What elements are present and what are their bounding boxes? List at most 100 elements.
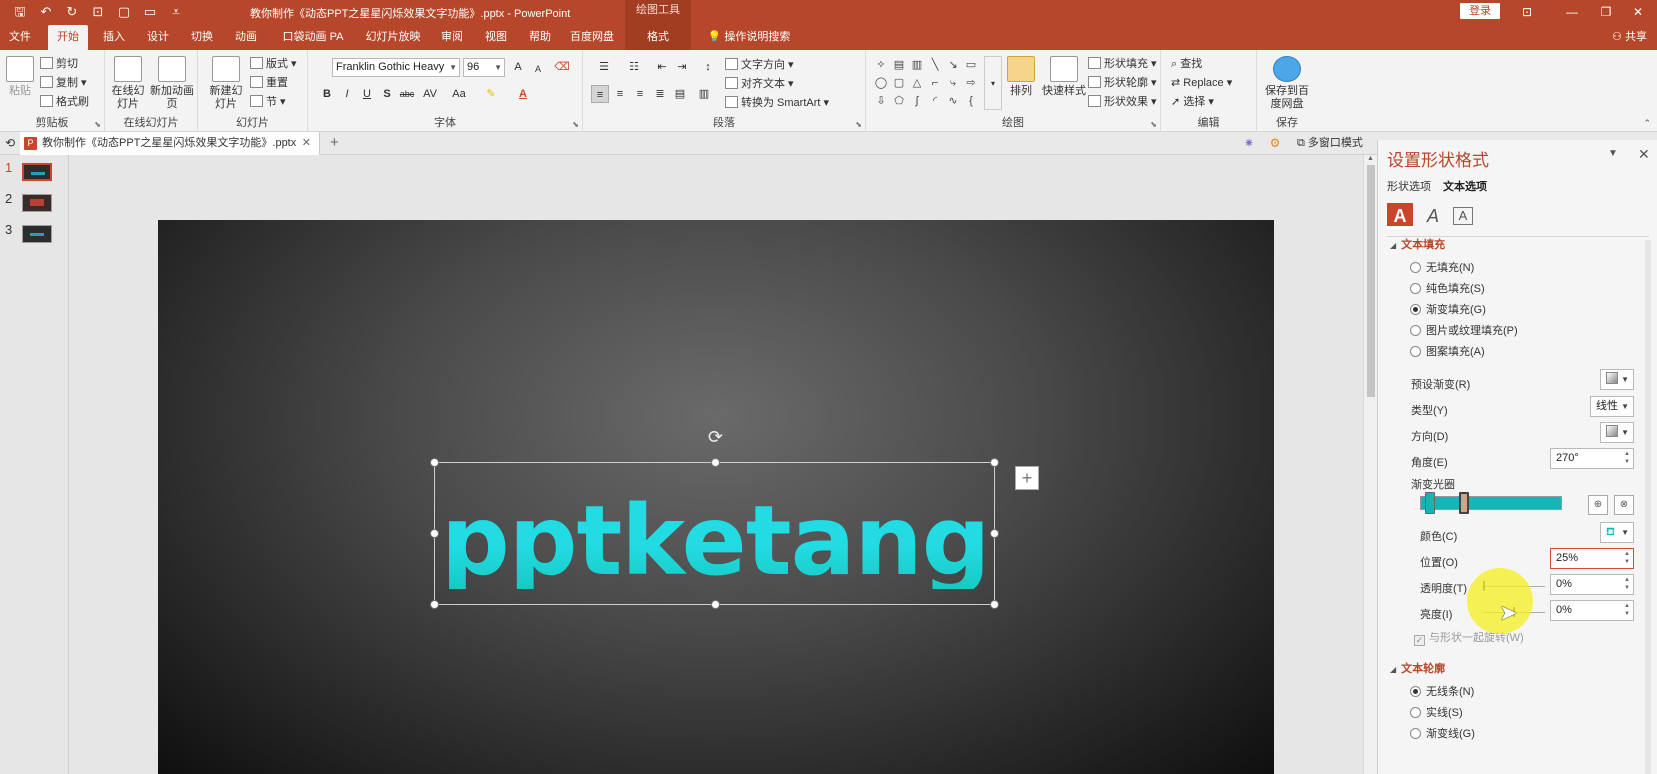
font-name-combo[interactable]: Franklin Gothic Heavy ▼ <box>332 58 460 77</box>
decrease-indent-icon[interactable]: ⇤ <box>653 58 671 76</box>
section-button[interactable]: 节 ▾ <box>250 93 286 111</box>
pane-options-icon[interactable]: ▼ <box>1608 148 1618 159</box>
arrow-line-shape-icon[interactable]: ↘ <box>944 56 962 74</box>
paragraph-launcher-icon[interactable]: ⬊ <box>855 120 862 129</box>
strikethrough-button[interactable]: abc <box>398 85 416 103</box>
rotate-handle-icon[interactable]: ⟳ <box>708 427 723 448</box>
pane-close-icon[interactable]: ✕ <box>1638 146 1650 163</box>
slide-title-text[interactable]: pptketang <box>441 493 990 589</box>
present-icon[interactable]: ⊡ <box>86 3 110 21</box>
outline-option-none[interactable]: 无线条(N) <box>1410 685 1474 699</box>
doc-strip-menu-icon[interactable]: ⟲ <box>3 136 17 150</box>
spinner-arrows-icon[interactable]: ▲ ▼ <box>1624 576 1630 592</box>
save-baidu-button[interactable]: 保存到百度网盘 <box>1263 56 1311 111</box>
fill-option-picture[interactable]: 图片或纹理填充(P) <box>1410 324 1518 338</box>
line-spacing-icon[interactable]: ↕ <box>699 58 717 76</box>
font-size-combo[interactable]: 96 ▼ <box>463 58 505 77</box>
wave-shape-icon[interactable]: ∿ <box>944 92 962 110</box>
text-direction-button[interactable]: 文字方向 ▾ <box>725 56 794 74</box>
shrink-font-button[interactable]: A <box>529 60 547 78</box>
oval-shape-icon[interactable]: ◯ <box>872 74 890 92</box>
resize-handle-e[interactable] <box>990 529 999 538</box>
slide-thumbnail-3[interactable] <box>22 225 52 243</box>
tab-file[interactable]: 文件 <box>0 25 40 50</box>
gradient-stops-bar[interactable] <box>1420 496 1562 510</box>
close-tab-icon[interactable]: ✕ <box>302 132 311 155</box>
outline-option-solid[interactable]: 实线(S) <box>1410 706 1463 720</box>
direction-dropdown[interactable]: ▼ <box>1600 422 1634 443</box>
selected-textbox[interactable]: ⟳ pptketang + <box>430 427 1039 609</box>
fill-option-gradient[interactable]: 渐变填充(G) <box>1410 303 1486 317</box>
spinner-arrows-icon[interactable]: ▲ ▼ <box>1624 602 1630 618</box>
document-tab[interactable]: P 教你制作《动态PPT之星星闪烁效果文字功能》.pptx ✕ <box>20 132 320 155</box>
angle-spinner[interactable]: 270° ▲ ▼ <box>1550 448 1634 469</box>
resize-handle-nw[interactable] <box>430 458 439 467</box>
gradient-stop-1[interactable] <box>1425 492 1435 514</box>
preset-gradient-dropdown[interactable]: ▼ <box>1600 369 1634 390</box>
curve-shape-icon[interactable]: ∫ <box>908 92 926 110</box>
fill-option-pattern[interactable]: 图案填充(A) <box>1410 345 1485 359</box>
smartart-button[interactable]: 转换为 SmartArt ▾ <box>725 94 829 112</box>
undo-icon[interactable]: ↶ <box>34 3 58 21</box>
slide[interactable]: ⟳ pptketang + <box>158 220 1274 774</box>
canvas-scrollbar[interactable]: ▲ <box>1363 155 1377 774</box>
tab-help[interactable]: 帮助 <box>522 25 558 50</box>
rect-shape-icon[interactable]: ▭ <box>962 56 980 74</box>
tab-home[interactable]: 开始 <box>48 25 88 50</box>
shape-outline-button[interactable]: 形状轮廓 ▾ <box>1088 74 1157 92</box>
down-arrow-shape-icon[interactable]: ⇩ <box>872 92 890 110</box>
scroll-up-icon[interactable]: ▲ <box>1367 155 1374 162</box>
add-stop-icon[interactable]: ⊕ <box>1588 495 1608 515</box>
brightness-spinner[interactable]: 0% ▲ ▼ <box>1550 600 1634 621</box>
spinner-arrows-icon[interactable]: ▲ ▼ <box>1624 550 1630 566</box>
tab-transitions[interactable]: 切换 <box>184 25 220 50</box>
brace-shape-icon[interactable]: { <box>962 92 980 110</box>
bullets-icon[interactable]: ☰ <box>591 58 617 76</box>
resize-handle-ne[interactable] <box>990 458 999 467</box>
redo-icon[interactable]: ↻ <box>60 3 84 21</box>
ribbon-display-icon[interactable]: ⊡ <box>1507 2 1547 22</box>
gradient-type-dropdown[interactable]: 线性 ▼ <box>1590 396 1634 417</box>
italic-button[interactable]: I <box>338 85 356 103</box>
pentagon-shape-icon[interactable]: ⬠ <box>890 92 908 110</box>
star-shape-icon[interactable]: ✧ <box>872 56 890 74</box>
font-color-icon[interactable]: A <box>514 85 532 103</box>
shadow-button[interactable]: S <box>378 85 396 103</box>
color-picker-dropdown[interactable]: ⛾ ▼ <box>1600 522 1634 543</box>
justify-icon[interactable]: ≣ <box>651 85 669 103</box>
layout-options-icon[interactable]: + <box>1015 466 1039 490</box>
vtextbox-shape-icon[interactable]: ▥ <box>908 56 926 74</box>
pane-scrollbar[interactable] <box>1645 240 1651 774</box>
square-shape-icon[interactable]: ▢ <box>890 74 908 92</box>
clear-format-icon[interactable]: ⌫ <box>553 58 571 76</box>
cut-button[interactable]: 剪切 <box>40 55 78 73</box>
login-button[interactable]: 登录 <box>1460 3 1500 19</box>
close-window-icon[interactable]: ✕ <box>1618 2 1657 22</box>
align-right-icon[interactable]: ≡ <box>631 85 649 103</box>
highlight-icon[interactable]: ✎ <box>482 85 500 103</box>
tab-design[interactable]: 设计 <box>140 25 176 50</box>
tell-me-search[interactable]: 💡 操作说明搜索 <box>694 25 804 50</box>
resize-handle-w[interactable] <box>430 529 439 538</box>
transparency-spinner[interactable]: 0% ▲ ▼ <box>1550 574 1634 595</box>
slide-thumbnail-2[interactable] <box>22 194 52 212</box>
char-spacing-button[interactable]: AV <box>418 85 442 103</box>
find-button[interactable]: ⌕ 查找 <box>1171 55 1202 73</box>
tab-insert[interactable]: 插入 <box>96 25 132 50</box>
clipboard-launcher-icon[interactable]: ⬊ <box>94 120 101 129</box>
right-arrow-shape-icon[interactable]: ⇨ <box>962 74 980 92</box>
customize-qat-icon[interactable]: ⩡ <box>164 3 188 21</box>
multi-window-button[interactable]: ⧉ 多窗口模式 <box>1297 132 1363 155</box>
tab-baidu[interactable]: 百度网盘 <box>566 25 618 50</box>
more-shapes-icon[interactable]: ▾ <box>984 56 1002 110</box>
new-animation-page-button[interactable]: 新加动画页 <box>150 56 194 111</box>
tab-format[interactable]: 格式 <box>625 25 691 50</box>
numbering-icon[interactable]: ☷ <box>621 58 647 76</box>
text-outline-section-header[interactable]: ◢ 文本轮廓 <box>1390 660 1445 676</box>
textbox-icon[interactable]: A <box>1453 207 1473 225</box>
online-slides-button[interactable]: 在线幻灯片 <box>110 56 146 111</box>
align-text-button[interactable]: 对齐文本 ▾ <box>725 75 794 93</box>
reset-button[interactable]: 重置 <box>250 74 288 92</box>
increase-indent-icon[interactable]: ⇥ <box>673 58 691 76</box>
bold-button[interactable]: B <box>318 85 336 103</box>
